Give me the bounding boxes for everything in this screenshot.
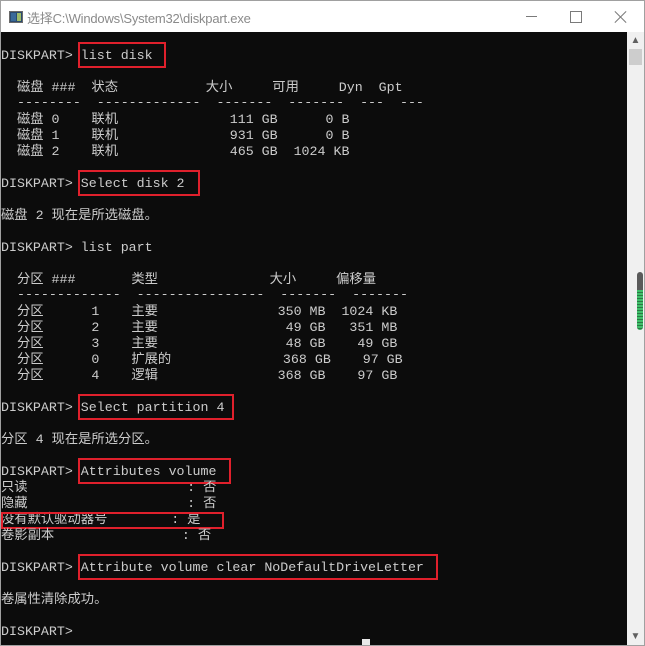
scroll-up-button[interactable]: ▲: [627, 32, 644, 49]
diskpart-prompt: DISKPART>: [1, 240, 81, 255]
highlight-box: [78, 42, 166, 68]
window-title: 选择C:\Windows\System32\diskpart.exe: [27, 11, 251, 26]
scrollbar-thumb[interactable]: [637, 272, 643, 330]
console-app-icon: [9, 11, 23, 23]
output-line: 卷影副本 : 否: [1, 528, 212, 543]
scrollbar-indicator: [637, 290, 643, 330]
text-cursor: [362, 639, 370, 645]
output-line: 卷属性清除成功。: [1, 592, 108, 607]
diskpart-prompt: DISKPART>: [1, 48, 81, 63]
output-line: 分区 4 现在是所选分区。: [1, 432, 158, 447]
highlight-box: [78, 554, 438, 580]
title-bar[interactable]: 选择C:\Windows\System32\diskpart.exe: [1, 1, 644, 32]
highlight-box: [1, 511, 224, 529]
output-line: 分区 3 主要 48 GB 49 GB: [1, 336, 398, 351]
close-button[interactable]: [598, 1, 644, 32]
output-line: 分区 ### 类型 大小 偏移量: [1, 272, 377, 287]
command-text: list part: [80, 240, 153, 255]
chevron-up-icon: ▲: [630, 35, 641, 46]
console-window: 选择C:\Windows\System32\diskpart.exe DISKP…: [0, 0, 645, 646]
minimize-button[interactable]: [508, 1, 554, 32]
output-line: 分区 1 主要 350 MB 1024 KB: [1, 304, 398, 319]
output-line: 磁盘 2 现在是所选磁盘。: [1, 208, 158, 223]
maximize-button[interactable]: [553, 1, 599, 32]
diskpart-prompt: DISKPART>: [1, 400, 81, 415]
highlight-box: [78, 170, 200, 196]
diskpart-prompt: DISKPART>: [1, 624, 81, 639]
output-line: 分区 2 主要 49 GB 351 MB: [1, 320, 398, 335]
prompt-line: DISKPART>: [1, 624, 81, 640]
maximize-icon: [570, 10, 582, 23]
output-line: 分区 4 逻辑 368 GB 97 GB: [1, 368, 398, 383]
scrollbar-track-highlight: [629, 49, 642, 65]
highlight-box: [78, 394, 234, 420]
chevron-down-icon: ▼: [630, 631, 641, 642]
output-line: ------------- ---------------- ------- -…: [1, 287, 408, 302]
output-line: 磁盘 ### 状态 大小 可用 Dyn Gpt: [1, 80, 403, 95]
scroll-down-button[interactable]: ▼: [627, 628, 644, 645]
diskpart-prompt: DISKPART>: [1, 560, 81, 575]
diskpart-prompt: DISKPART>: [1, 464, 81, 479]
minimize-icon: [525, 16, 537, 17]
output-line: 只读 : 否: [1, 480, 217, 495]
console-output[interactable]: DISKPART> list disk 磁盘 ### 状态 大小 可用 Dyn …: [1, 32, 627, 645]
vertical-scrollbar[interactable]: ▲ ▼: [627, 32, 644, 645]
diskpart-prompt: DISKPART>: [1, 176, 81, 191]
output-line: 分区 0 扩展的 368 GB 97 GB: [1, 352, 403, 367]
output-line: -------- ------------- ------- ------- -…: [1, 95, 424, 110]
output-line: 磁盘 0 联机 111 GB 0 B: [1, 112, 350, 127]
output-line: 磁盘 1 联机 931 GB 0 B: [1, 128, 350, 143]
output-line: 隐藏 : 否: [1, 496, 217, 511]
prompt-line: DISKPART> list part: [1, 240, 153, 256]
close-icon: [615, 11, 627, 23]
output-line: 磁盘 2 联机 465 GB 1024 KB: [1, 144, 350, 159]
